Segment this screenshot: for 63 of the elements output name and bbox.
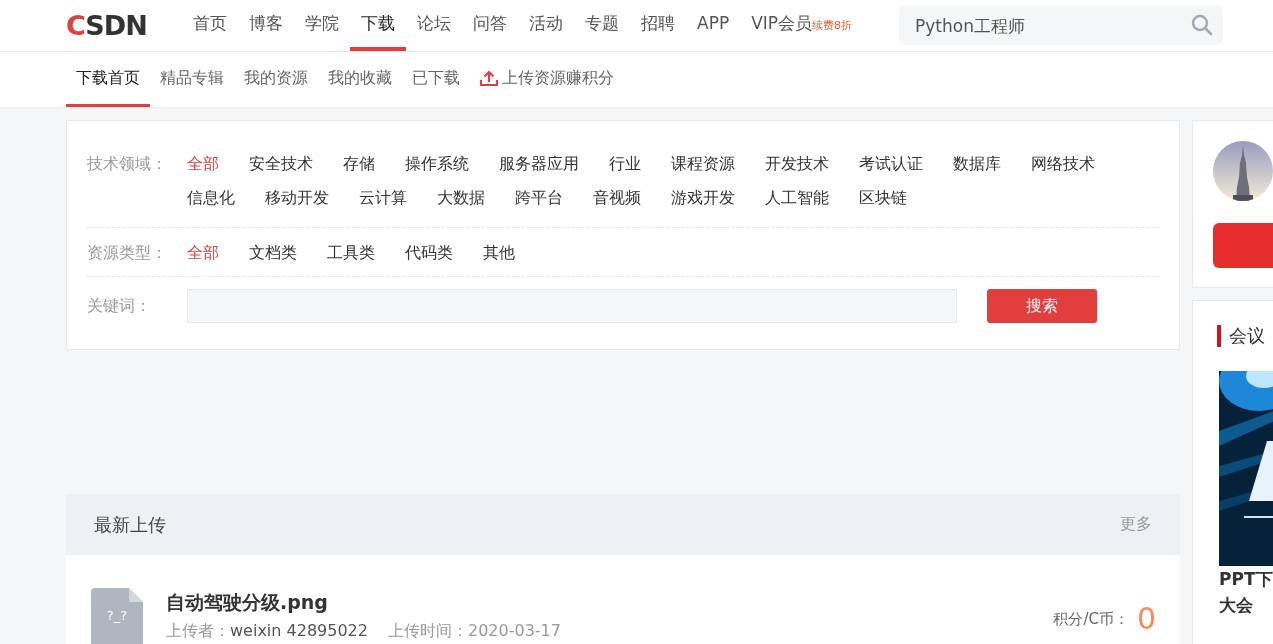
search-button[interactable]: 搜索 (987, 289, 1097, 323)
logo[interactable]: CSDN (66, 10, 182, 41)
filter-option[interactable]: 开发技术 (765, 147, 829, 181)
filter-label: 资源类型： (87, 242, 168, 264)
nav-link[interactable]: VIP会员续费8折 (740, 0, 864, 51)
section-title: 最新上传 (94, 512, 166, 537)
filter-option[interactable]: 课程资源 (671, 147, 735, 181)
nav-link[interactable]: 专题 (574, 0, 630, 51)
sub-nav-link[interactable]: 精品专辑 (150, 52, 234, 107)
filter-label: 技术领域： (87, 153, 168, 175)
filter-option[interactable]: 数据库 (953, 147, 1001, 181)
nav-link[interactable]: APP (686, 0, 741, 51)
nav-link[interactable]: 博客 (238, 0, 294, 51)
file-type-label: ?_? (105, 608, 129, 623)
sub-nav-link[interactable]: 已下载 (402, 52, 470, 107)
search-field[interactable]: Python工程师 (899, 6, 1224, 45)
filter-option[interactable]: 全部 (187, 236, 219, 270)
points-label: 积分/C币： (1053, 609, 1129, 629)
section-title: 会议 (1217, 325, 1273, 347)
filter-option[interactable]: 文档类 (249, 236, 297, 270)
filter-option[interactable]: 全部 (187, 147, 219, 181)
filter-option[interactable]: 其他 (483, 236, 515, 270)
sub-nav-link[interactable]: 我的收藏 (318, 52, 402, 107)
sub-nav-link[interactable]: 下载首页 (66, 52, 150, 107)
filter-option[interactable]: 游戏开发 (671, 181, 735, 215)
filter-option[interactable]: 网络技术 (1031, 147, 1095, 181)
filter-option[interactable]: 工具类 (327, 236, 375, 270)
uploader-label: 上传者： (166, 621, 230, 640)
filter-option[interactable]: 信息化 (187, 181, 235, 215)
search-icon[interactable] (1191, 14, 1214, 36)
upload-time: 2020-03-17 (467, 621, 561, 640)
file-icon (91, 588, 143, 644)
filter-option[interactable]: 存储 (343, 147, 375, 181)
file-title[interactable]: 自动驾驶分级.png (166, 589, 1054, 615)
sub-nav-link[interactable]: 我的资源 (234, 52, 318, 107)
nav-link[interactable]: 活动 (518, 0, 574, 51)
upload-time-label: 上传时间： (387, 621, 468, 640)
filter-option[interactable]: 跨平台 (515, 181, 563, 215)
filter-option[interactable]: 区块链 (859, 181, 907, 215)
sub-nav-link[interactable]: 上传资源赚积分 (470, 52, 624, 107)
nav-link[interactable]: 招聘 (630, 0, 686, 51)
nav-link[interactable]: 首页 (182, 0, 238, 51)
uploader-link[interactable]: weixin 42895022 (230, 621, 368, 640)
filter-option[interactable]: 移动开发 (265, 181, 329, 215)
filter-option[interactable]: 代码类 (405, 236, 453, 270)
upload-icon (480, 70, 498, 86)
filter-option[interactable]: 大数据 (437, 181, 485, 215)
filter-option[interactable]: 人工智能 (765, 181, 829, 215)
nav-link[interactable]: 问答 (462, 0, 518, 51)
filter-option[interactable]: 服务器应用 (499, 147, 579, 181)
nav-link[interactable]: 学院 (294, 0, 350, 51)
card-title[interactable]: 大会 (1219, 592, 1273, 618)
filter-option[interactable]: 操作系统 (405, 147, 469, 181)
filter-option[interactable]: 考试认证 (859, 147, 923, 181)
nav-link[interactable]: 论坛 (406, 0, 462, 51)
filter-option[interactable]: 音视频 (593, 181, 641, 215)
filter-option[interactable]: 云计算 (359, 181, 407, 215)
card-title[interactable]: PPT下 (1219, 566, 1273, 592)
action-button[interactable] (1213, 223, 1273, 268)
filter-option[interactable]: 安全技术 (249, 147, 313, 181)
points-value: 0 (1136, 602, 1156, 636)
filter-label: 关键词： (87, 295, 152, 317)
filter-option[interactable]: 行业 (609, 147, 641, 181)
